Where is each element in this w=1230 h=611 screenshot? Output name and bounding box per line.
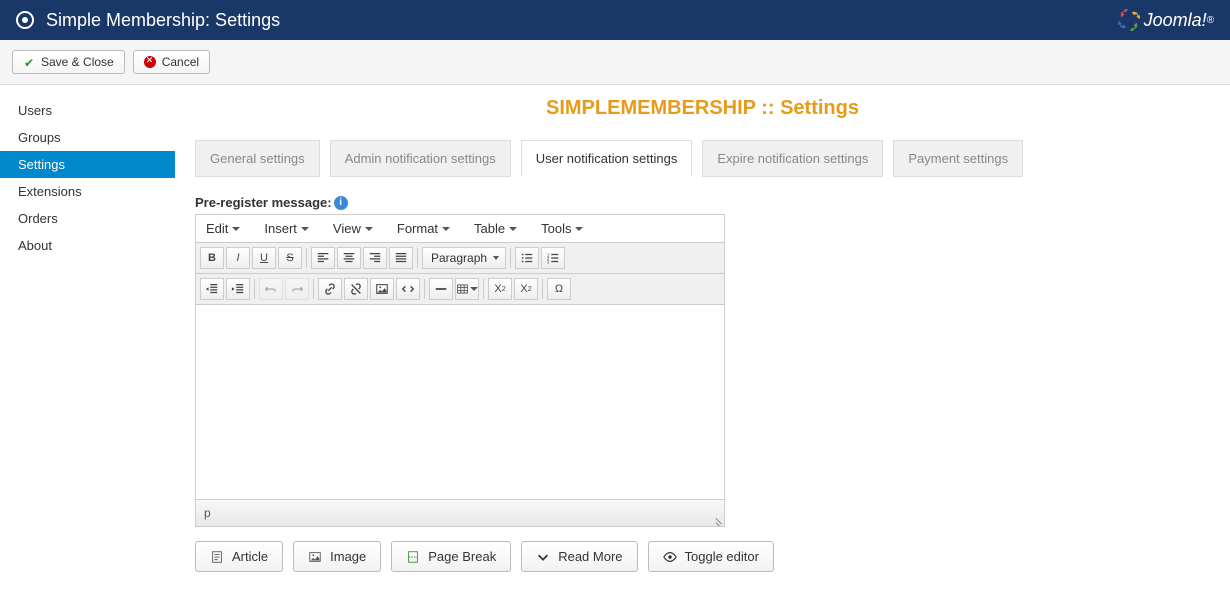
- editor-body[interactable]: [196, 305, 724, 500]
- menu-insert[interactable]: Insert: [264, 221, 309, 236]
- rich-text-editor: Edit Insert View Format Table Tools B I …: [195, 214, 725, 527]
- tab-user[interactable]: User notification settings: [521, 140, 693, 177]
- main-content: SIMPLEMEMBERSHIP :: Settings General set…: [175, 85, 1230, 602]
- bullet-list-button[interactable]: [515, 247, 539, 269]
- menu-view[interactable]: View: [333, 221, 373, 236]
- hr-button[interactable]: [429, 278, 453, 300]
- editor-toolbar-1: B I U S Paragraph 123: [196, 243, 724, 274]
- brand-name: Joomla!: [1144, 10, 1207, 31]
- page-title: Simple Membership: Settings: [46, 10, 1118, 31]
- indent-button[interactable]: [226, 278, 250, 300]
- readmore-button[interactable]: Read More: [521, 541, 637, 572]
- save-close-button[interactable]: ✔ Save & Close: [12, 50, 125, 74]
- caret-icon: [365, 227, 373, 231]
- subscript-button[interactable]: X2: [488, 278, 512, 300]
- caret-icon: [575, 227, 583, 231]
- app-icon: [16, 11, 34, 29]
- caret-icon: [509, 227, 517, 231]
- check-icon: ✔: [23, 56, 35, 68]
- tab-expire[interactable]: Expire notification settings: [702, 140, 883, 177]
- pagebreak-icon: [406, 550, 420, 564]
- app-header: Simple Membership: Settings Joomla!®: [0, 0, 1230, 40]
- underline-button[interactable]: U: [252, 247, 276, 269]
- align-center-button[interactable]: [337, 247, 361, 269]
- brand-reg: ®: [1207, 15, 1214, 26]
- sidebar-item-orders[interactable]: Orders: [0, 205, 175, 232]
- settings-tabs: General settings Admin notification sett…: [195, 140, 1210, 177]
- eye-icon: [663, 550, 677, 564]
- caret-icon: [232, 227, 240, 231]
- align-right-button[interactable]: [363, 247, 387, 269]
- sidebar-item-users[interactable]: Users: [0, 97, 175, 124]
- image-insert-button[interactable]: Image: [293, 541, 381, 572]
- redo-button[interactable]: [285, 278, 309, 300]
- cancel-button[interactable]: Cancel: [133, 50, 210, 74]
- tab-admin[interactable]: Admin notification settings: [330, 140, 511, 177]
- image-icon: [308, 550, 322, 564]
- action-toolbar: ✔ Save & Close Cancel: [0, 40, 1230, 85]
- svg-text:3: 3: [547, 259, 550, 264]
- menu-table[interactable]: Table: [474, 221, 517, 236]
- info-icon[interactable]: i: [334, 196, 348, 210]
- link-button[interactable]: [318, 278, 342, 300]
- editor-actions: Article Image Page Break Read More Toggl…: [195, 541, 1210, 572]
- resize-handle-icon[interactable]: [712, 514, 722, 524]
- field-label: Pre-register message: i: [195, 195, 1210, 210]
- bold-button[interactable]: B: [200, 247, 224, 269]
- menu-tools[interactable]: Tools: [541, 221, 583, 236]
- sidebar-item-settings[interactable]: Settings: [0, 151, 175, 178]
- sidebar-item-about[interactable]: About: [0, 232, 175, 259]
- menu-format[interactable]: Format: [397, 221, 450, 236]
- sidebar-item-extensions[interactable]: Extensions: [0, 178, 175, 205]
- article-button[interactable]: Article: [195, 541, 283, 572]
- unlink-button[interactable]: [344, 278, 368, 300]
- strike-button[interactable]: S: [278, 247, 302, 269]
- pagebreak-button[interactable]: Page Break: [391, 541, 511, 572]
- paragraph-select[interactable]: Paragraph: [422, 247, 506, 269]
- align-left-button[interactable]: [311, 247, 335, 269]
- field-label-text: Pre-register message:: [195, 195, 332, 210]
- save-close-label: Save & Close: [41, 55, 114, 69]
- outdent-button[interactable]: [200, 278, 224, 300]
- number-list-button[interactable]: 123: [541, 247, 565, 269]
- caret-icon: [442, 227, 450, 231]
- chevron-down-icon: [536, 550, 550, 564]
- superscript-button[interactable]: X2: [514, 278, 538, 300]
- caret-icon: [301, 227, 309, 231]
- editor-path[interactable]: p: [204, 506, 211, 520]
- editor-statusbar: p: [196, 500, 724, 526]
- joomla-logo[interactable]: Joomla!®: [1118, 9, 1214, 31]
- undo-button[interactable]: [259, 278, 283, 300]
- menu-edit[interactable]: Edit: [206, 221, 240, 236]
- align-justify-button[interactable]: [389, 247, 413, 269]
- editor-toolbar-2: X2 X2 Ω: [196, 274, 724, 305]
- page-heading: SIMPLEMEMBERSHIP :: Settings: [195, 97, 1210, 120]
- specialchar-button[interactable]: Ω: [547, 278, 571, 300]
- code-button[interactable]: [396, 278, 420, 300]
- editor-menubar: Edit Insert View Format Table Tools: [196, 215, 724, 243]
- cancel-icon: [144, 56, 156, 68]
- tab-general[interactable]: General settings: [195, 140, 320, 177]
- tab-payment[interactable]: Payment settings: [893, 140, 1023, 177]
- italic-button[interactable]: I: [226, 247, 250, 269]
- cancel-label: Cancel: [162, 55, 199, 69]
- toggle-editor-button[interactable]: Toggle editor: [648, 541, 774, 572]
- article-icon: [210, 550, 224, 564]
- sidebar-item-groups[interactable]: Groups: [0, 124, 175, 151]
- sidebar: Users Groups Settings Extensions Orders …: [0, 85, 175, 602]
- table-button[interactable]: [455, 278, 479, 300]
- joomla-logo-icon: [1118, 9, 1140, 31]
- image-button[interactable]: [370, 278, 394, 300]
